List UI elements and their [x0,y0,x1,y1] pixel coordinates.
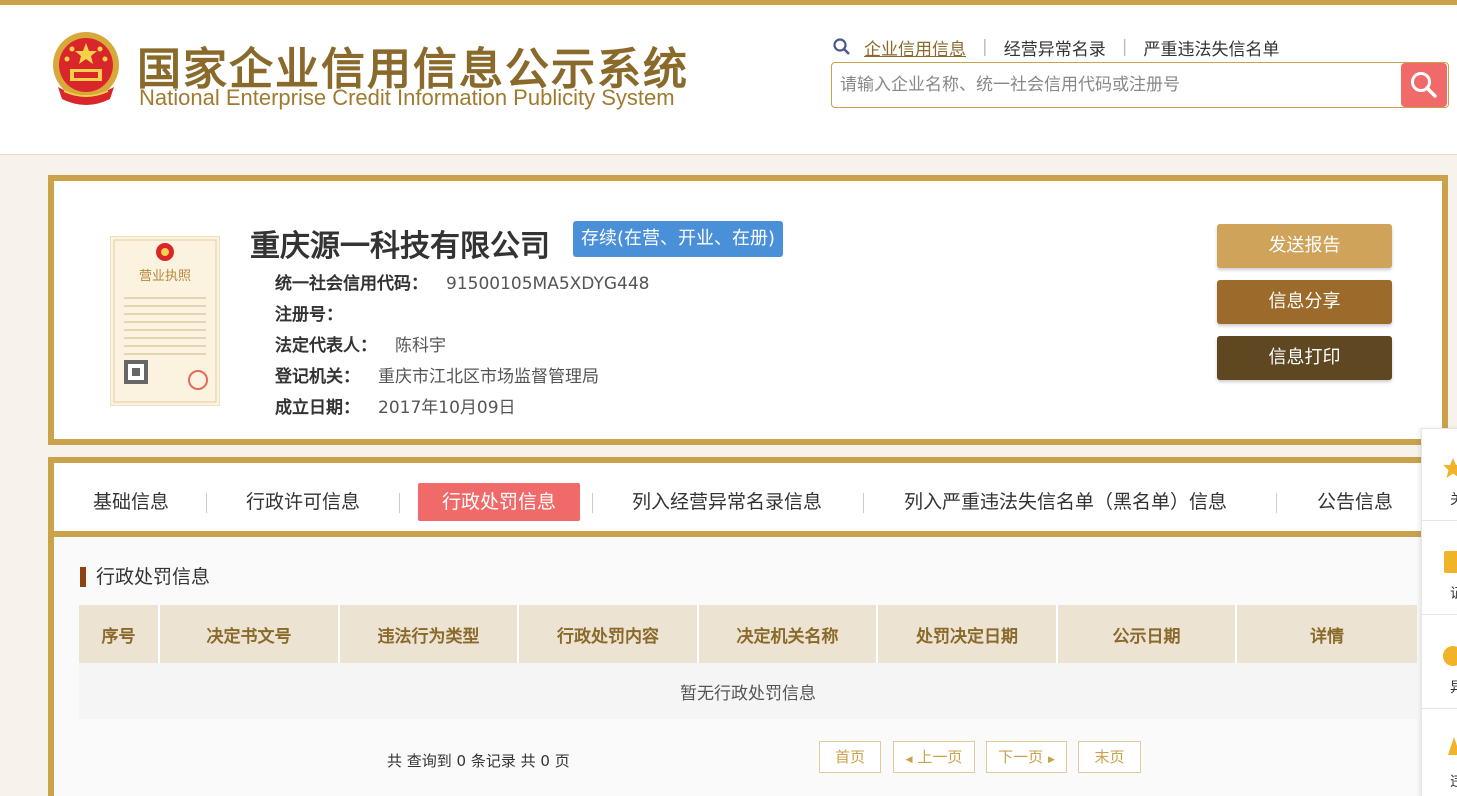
business-license-icon: 营业执照 [110,236,220,406]
document-icon [1444,551,1457,573]
info-value: 91500105MA5XDYG448 [446,274,650,294]
info-founded-date: 成立日期： 2017年10月09日 [275,393,516,418]
tab-admin-penalty[interactable]: 行政处罚信息 [418,483,580,521]
last-page-button[interactable]: 末页 [1078,741,1141,773]
next-page-label: 下一页 [998,748,1044,766]
info-value: 2017年10月09日 [378,398,516,418]
share-info-button[interactable]: 信息分享 [1217,280,1392,324]
info-label: 统一社会信用代码： [275,274,428,294]
first-page-button[interactable]: 首页 [819,741,881,773]
nav-separator: | [982,37,988,57]
penalty-section: 行政处罚信息 序号 决定书文号 违法行为类型 行政处罚内容 决定机关名称 处罚决… [54,537,1428,796]
star-icon [1443,458,1457,478]
national-emblem-icon [53,32,119,105]
caret-right-icon: ▶ [1047,755,1055,765]
tab-separator [1276,493,1277,513]
warning-circle-icon [1443,646,1457,666]
side-item-label: 证 [1450,583,1457,603]
table-row: 暂无行政处罚信息 [79,663,1417,719]
side-item-label: 违 [1450,771,1457,791]
section-title: 行政处罚信息 [80,567,210,587]
column-header: 决定书文号 [159,605,340,663]
tab-blacklist[interactable]: 列入严重违法失信名单（黑名单）信息 [894,483,1237,521]
nav-separator: | [1121,37,1128,57]
side-item-violation[interactable]: 违 [1422,711,1457,796]
prev-page-button[interactable]: ◀ 上一页 [893,741,975,773]
send-report-button[interactable]: 发送报告 [1217,224,1392,268]
info-legal-rep: 法定代表人： 陈科宇 [275,331,446,356]
license-title: 营业执照 [139,269,191,284]
side-item-abnormal[interactable]: 异 [1422,617,1457,709]
tab-separator [863,493,864,513]
tab-abnormal-list[interactable]: 列入经营异常名录信息 [622,483,832,521]
print-info-button[interactable]: 信息打印 [1217,336,1392,380]
column-header: 详情 [1236,605,1417,663]
search-icon [1411,72,1437,98]
side-item-label: 关 [1450,489,1457,509]
column-header: 公示日期 [1057,605,1237,663]
info-credit-code: 统一社会信用代码： 91500105MA5XDYG448 [275,269,649,294]
search-box [831,62,1449,108]
column-header: 违法行为类型 [339,605,519,663]
side-item-label: 异 [1450,677,1457,697]
nav-link-credit-info[interactable]: 企业信用信息 [864,35,966,60]
info-label: 注册号： [275,305,343,325]
next-page-button[interactable]: 下一页 ▶ [986,741,1067,773]
tab-basic-info[interactable]: 基础信息 [83,483,179,521]
search-button[interactable] [1401,63,1447,107]
tab-admin-license[interactable]: 行政许可信息 [236,483,370,521]
info-label: 成立日期： [275,398,360,418]
tab-separator [399,493,400,513]
info-value: 陈科宇 [395,336,446,356]
status-badge: 存续(在营、开业、在册) [573,221,784,257]
tab-announcements[interactable]: 公告信息 [1307,483,1403,521]
column-header: 决定机关名称 [698,605,878,663]
column-header: 处罚决定日期 [877,605,1058,663]
tab-separator [206,493,207,513]
top-nav: 企业信用信息 | 经营异常名录 | 严重违法失信名单 [832,35,1279,60]
company-name: 重庆源一科技有限公司 [250,229,550,264]
company-card: 营业执照 重庆源一科技有限公司 存续(在营、开业、在册) 统一社会信用代码： 91… [48,175,1448,445]
search-input[interactable] [840,72,1390,98]
site-header: 国家企业信用信息公示系统 National Enterprise Credit … [0,5,1457,155]
tab-separator [592,493,593,513]
pager-summary: 共 查询到 0 条记录 共 0 页 [387,752,570,770]
search-icon [833,38,850,55]
empty-message: 暂无行政处罚信息 [79,663,1417,719]
prev-page-label: 上一页 [917,748,963,766]
table-header-row: 序号 决定书文号 违法行为类型 行政处罚内容 决定机关名称 处罚决定日期 公示日… [79,605,1417,663]
detail-panel: 基础信息 行政许可信息 行政处罚信息 列入经营异常名录信息 列入严重违法失信名单… [48,457,1428,796]
side-item-certificate[interactable]: 证 [1422,523,1457,615]
side-float-panel: 关 证 异 违 [1421,428,1457,796]
info-reg-number: 注册号： [275,300,361,325]
tab-bar: 基础信息 行政许可信息 行政处罚信息 列入经营异常名录信息 列入严重违法失信名单… [54,463,1428,537]
info-label: 登记机关： [275,367,360,387]
side-item-attention[interactable]: 关 [1422,429,1457,521]
info-authority: 登记机关： 重庆市江北区市场监督管理局 [275,362,599,387]
info-label: 法定代表人： [275,336,377,356]
nav-link-abnormal-list[interactable]: 经营异常名录 [1004,35,1106,60]
nav-link-blacklist[interactable]: 严重违法失信名单 [1143,35,1279,60]
column-header: 行政处罚内容 [518,605,699,663]
site-title-en: National Enterprise Credit Information P… [139,85,675,110]
column-header: 序号 [79,605,160,663]
caret-left-icon: ◀ [905,755,913,765]
penalty-table: 序号 决定书文号 违法行为类型 行政处罚内容 决定机关名称 处罚决定日期 公示日… [79,605,1417,719]
alert-icon [1448,737,1457,755]
info-value: 重庆市江北区市场监督管理局 [378,367,599,387]
